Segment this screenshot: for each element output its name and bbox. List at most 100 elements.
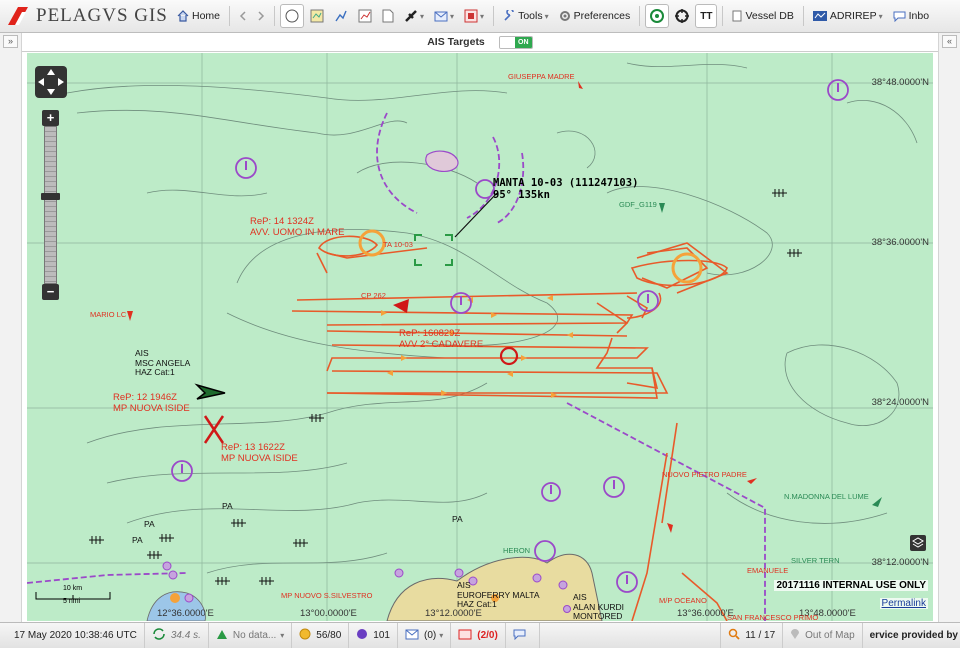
report-label[interactable]: ReP: 13 1622Z MP NUOVA ISIDE	[221, 442, 298, 464]
report-label[interactable]: ReP: 14 1324Z AVV. UOMO IN MARE	[250, 216, 345, 238]
satellite-button[interactable]: ▾	[400, 4, 428, 28]
wrench-icon	[503, 10, 515, 22]
vessel-label[interactable]: EMANUELE	[747, 566, 788, 575]
zoom-thumb[interactable]	[41, 193, 60, 200]
inbox-button[interactable]: Inbo	[889, 4, 933, 28]
vessel-db-button[interactable]: Vessel DB	[728, 4, 797, 28]
zoom-in-button[interactable]: +	[42, 110, 59, 126]
ais-targets-toggle[interactable]: ON	[498, 35, 533, 49]
lat-label: 38°36.0000'N	[871, 237, 929, 248]
service-provider: ervice provided by	[863, 623, 960, 648]
refresh-indicator[interactable]: 34.4 s.	[145, 623, 209, 648]
crosshair-button[interactable]	[671, 4, 693, 28]
map-canvas[interactable]: 38°48.0000'N 38°36.0000'N 38°24.0000'N 3…	[27, 53, 933, 621]
forward-button[interactable]	[253, 4, 269, 28]
vessel-label[interactable]: MARIO LC	[90, 310, 126, 319]
chat-bubble-icon	[513, 628, 527, 643]
location-text: Out of Map	[805, 630, 855, 641]
search-results-pager[interactable]: 11 / 17	[720, 623, 784, 648]
target-name: MANTA 10-03 (111247103)	[493, 177, 639, 189]
pan-control[interactable]	[35, 66, 67, 98]
green-vessel-icons	[659, 203, 882, 507]
vessel-label[interactable]: TA 10-03	[383, 240, 413, 249]
permalink-link[interactable]: Permalink	[879, 598, 928, 609]
adrirep-menu[interactable]: ADRIREP ▾	[809, 4, 887, 28]
expand-right-panel-button[interactable]: «	[942, 35, 957, 48]
target-button[interactable]	[645, 4, 670, 28]
count-text: 101	[373, 630, 390, 641]
vessel-label[interactable]: MP NUOVO S.SILVESTRO	[281, 591, 372, 600]
zoom-out-button[interactable]: −	[42, 284, 59, 300]
refresh-timer: 34.4 s.	[170, 630, 201, 641]
chart-tool-button[interactable]	[354, 4, 376, 28]
text-toggle-button[interactable]: TT	[695, 4, 718, 28]
lon-label: 12°36.0000'E	[157, 608, 214, 619]
layers-button[interactable]: ▾	[460, 4, 488, 28]
alerts-indicator[interactable]: (2/0)	[451, 623, 506, 648]
vessel-label[interactable]: GDF_G119	[619, 200, 657, 209]
route-tool-button[interactable]	[330, 4, 352, 28]
app-name: PELAGVS GIS	[36, 5, 168, 26]
zoom-slider[interactable]: + −	[41, 110, 60, 304]
tools-menu[interactable]: Tools ▾	[499, 4, 553, 28]
pa-label: PA	[132, 535, 143, 545]
chat-indicator[interactable]	[506, 623, 540, 648]
tracked-target-label[interactable]: MANTA 10-03 (111247103) 95° 135kn	[493, 177, 638, 201]
home-icon	[177, 10, 189, 22]
messages-indicator[interactable]: (0) ▾	[398, 623, 452, 648]
report-label[interactable]: ReP: 160829Z AVV 2° CADAVERE	[399, 328, 483, 350]
ais-label[interactable]: AIS ALAN KURDI MONTORED	[573, 592, 624, 621]
vessel-label[interactable]: SAN FRANCESCO PRIMO	[727, 613, 818, 621]
preferences-button[interactable]: Preferences	[555, 4, 635, 28]
right-panel-rail: «	[938, 33, 960, 622]
back-button[interactable]	[235, 4, 251, 28]
vessel-label[interactable]: NUOVO PIETRO PADRE	[662, 470, 747, 479]
triangle-icon	[216, 629, 228, 643]
ais-targets-bar: AIS Targets ON	[22, 33, 938, 52]
crosshair-icon	[675, 9, 690, 23]
vessel-db-label: Vessel DB	[745, 10, 794, 22]
home-button[interactable]: Home	[173, 4, 224, 28]
lat-label: 38°48.0000'N	[871, 77, 929, 88]
pagination-text: 11 / 17	[745, 630, 776, 641]
search-icon	[728, 628, 740, 643]
ais-toggle-state: ON	[514, 36, 532, 48]
service-text: ervice provided by	[869, 630, 958, 641]
ais-haz: HAZ Cat:1	[135, 367, 175, 377]
vessel-label[interactable]: HERON	[503, 546, 530, 555]
refresh-icon	[152, 628, 166, 643]
vessel-label[interactable]: M/P OCEANO	[659, 596, 707, 605]
pa-label: PA	[452, 514, 463, 524]
count-indicator[interactable]: 101	[349, 623, 398, 648]
chart-icon	[358, 9, 372, 23]
zoom-track[interactable]	[41, 126, 60, 284]
x-marker	[203, 415, 225, 444]
vessel-label[interactable]: SILVER TERN	[791, 556, 840, 565]
vessel-label[interactable]: CP 262	[361, 291, 386, 300]
report-time: ReP: 160829Z	[399, 328, 461, 339]
scale-top-label: 10 km	[63, 585, 83, 592]
counter-text: 56/80	[316, 630, 342, 641]
tools-label: Tools	[518, 10, 543, 22]
mail-icon	[434, 10, 448, 22]
document-button[interactable]	[378, 4, 398, 28]
main-toolbar: PELAGVS GIS Home ▾ ▾ ▾ Tools ▾ Preference…	[0, 0, 960, 33]
data-status-dropdown[interactable]: No data... ▾	[209, 623, 293, 648]
left-panel-rail: »	[0, 33, 22, 622]
map-icon	[310, 9, 324, 23]
home-label: Home	[192, 10, 221, 22]
ais-label[interactable]: AIS EUROFERRY MALTA HAZ Cat:1	[457, 580, 540, 610]
pa-label: PA	[144, 519, 155, 529]
report-label[interactable]: ReP: 12 1946Z MP NUOVA ISIDE	[113, 392, 190, 414]
map-tool-button[interactable]	[306, 4, 328, 28]
target-icon	[650, 9, 665, 23]
ais-label[interactable]: AIS MSC ANGELA HAZ Cat:1	[135, 348, 190, 378]
report-time: ReP: 12 1946Z	[113, 392, 177, 403]
mail-button[interactable]: ▾	[430, 4, 458, 28]
counter-indicator[interactable]: 56/80	[292, 623, 350, 648]
navigate-tool-button[interactable]	[280, 4, 305, 28]
vessel-label[interactable]: N.MADONNA DEL LUME	[784, 492, 869, 501]
expand-left-panel-button[interactable]: »	[3, 35, 18, 48]
vessel-label[interactable]: GIUSEPPA MADRE	[508, 72, 575, 81]
layers-switcher-button[interactable]	[910, 535, 926, 551]
